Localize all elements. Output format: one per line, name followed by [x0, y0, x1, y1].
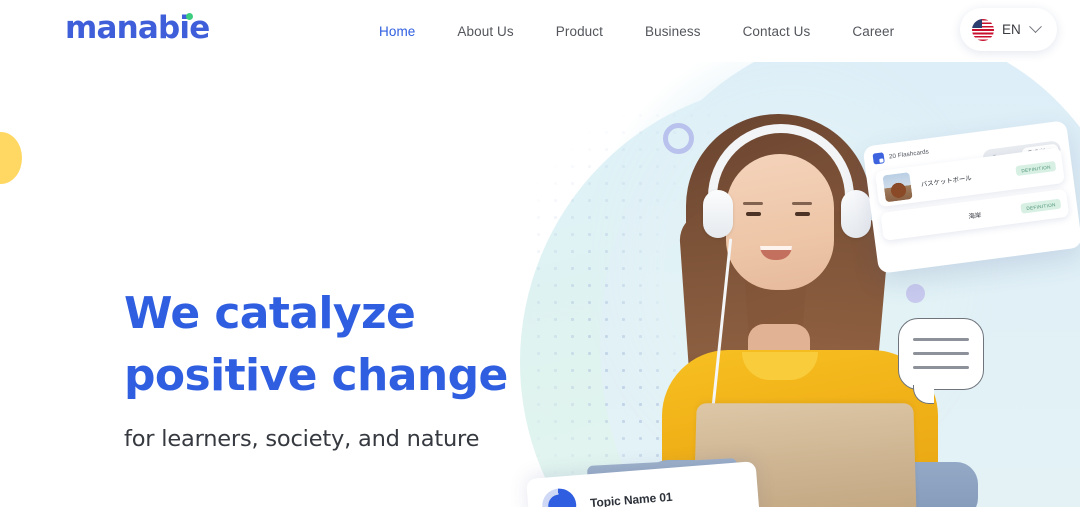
landing-page: manabie Home About Us Product Business C… — [0, 0, 1080, 507]
nav-item-home[interactable]: Home — [358, 24, 436, 39]
bubble-line — [913, 352, 969, 355]
ring-circle-decoration — [663, 123, 694, 154]
language-selector[interactable]: EN — [960, 8, 1057, 51]
yellow-circle-decoration — [0, 132, 22, 184]
nav-item-career[interactable]: Career — [831, 24, 915, 39]
flashcard-widget[interactable]: 20 Flashcards Term Definition バスケットボール D… — [862, 120, 1080, 274]
purple-dot-decoration — [906, 284, 925, 303]
hero-photo — [590, 62, 1010, 507]
flashcard-icon — [872, 152, 885, 165]
bubble-line — [913, 338, 969, 341]
nav-item-about-us[interactable]: About Us — [436, 24, 534, 39]
us-flag-icon — [972, 18, 994, 41]
bubble-line — [913, 366, 969, 369]
main-navigation: Home About Us Product Business Contact U… — [358, 0, 915, 62]
logo-dot-icon — [186, 13, 193, 20]
speech-bubble-icon — [898, 318, 984, 404]
nav-item-product[interactable]: Product — [535, 24, 624, 39]
definition-badge: DEFINITION — [1015, 160, 1057, 176]
site-header: manabie Home About Us Product Business C… — [0, 0, 1080, 62]
circular-progress-icon — [540, 487, 578, 507]
page-subtitle: for learners, society, and nature — [124, 425, 480, 452]
hero-copy: We catalyze positive change for learners… — [124, 283, 594, 452]
definition-badge: DEFINITION — [1020, 198, 1062, 214]
language-label: EN — [1002, 22, 1021, 37]
flashcard-word: 海岸 — [968, 211, 982, 221]
topic-card-title: Topic Name 01 — [589, 489, 673, 507]
nav-item-contact-us[interactable]: Contact Us — [722, 24, 832, 39]
basketball-image — [882, 171, 913, 202]
flashcard-count-label: 20 Flashcards — [888, 148, 930, 161]
page-title: We catalyze positive change — [124, 288, 508, 402]
chevron-down-icon — [1028, 20, 1042, 34]
flashcard-word: バスケットボール — [920, 174, 973, 189]
nav-item-business[interactable]: Business — [624, 24, 722, 39]
